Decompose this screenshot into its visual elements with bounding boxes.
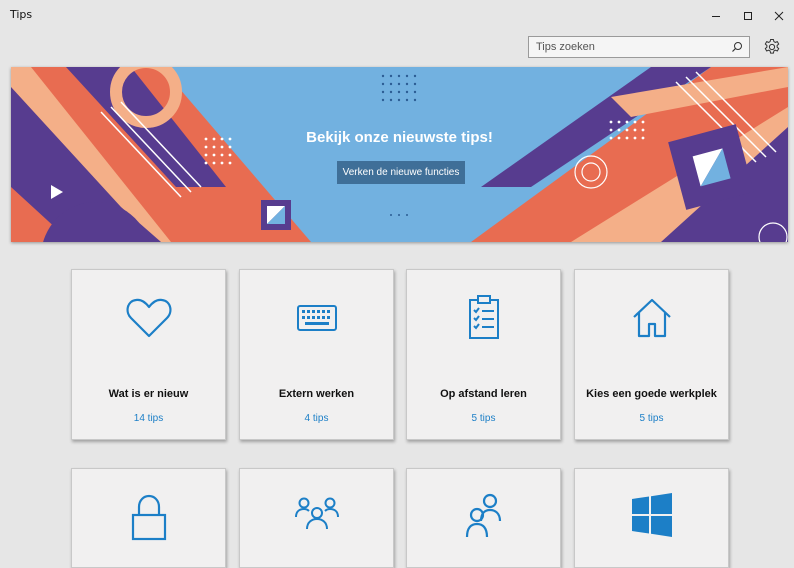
card-whats-new[interactable]: Wat is er nieuw 14 tips: [71, 269, 226, 440]
card-count: 4 tips: [304, 413, 329, 424]
heart-icon: [125, 298, 172, 338]
lock-icon: [131, 494, 166, 541]
search-input[interactable]: [529, 37, 726, 57]
card-title: Op afstand leren: [440, 387, 527, 400]
explore-new-features-button[interactable]: Verken de nieuwe functies: [337, 161, 465, 184]
search-box: [528, 36, 750, 58]
banner-illustration: [11, 67, 788, 242]
banner-title: Bekijk onze nieuwste tips!: [306, 129, 493, 146]
card-collaboration[interactable]: [406, 468, 561, 568]
minimize-button[interactable]: [699, 0, 733, 32]
maximize-button[interactable]: [731, 0, 765, 32]
people-group-icon: [294, 497, 339, 530]
card-family[interactable]: [239, 468, 394, 568]
card-title: Extern werken: [278, 387, 355, 400]
search-icon[interactable]: [731, 41, 743, 53]
gear-icon[interactable]: [762, 37, 782, 57]
card-remote-learning[interactable]: Op afstand leren 5 tips: [406, 269, 561, 440]
hero-banner: Bekijk onze nieuwste tips! Verken de nie…: [11, 67, 788, 242]
minimize-icon: [712, 16, 720, 17]
clipboard-icon: [468, 295, 499, 339]
people-icon: [465, 493, 501, 538]
card-title: Wat is er nieuw: [108, 387, 189, 400]
window-title: Tips: [10, 8, 33, 21]
home-icon: [632, 298, 671, 338]
card-title: Kies een goede werkplek: [586, 387, 717, 400]
keyboard-icon: [296, 305, 337, 331]
card-count: 14 tips: [133, 413, 164, 424]
title-bar: Tips: [0, 0, 794, 32]
windows-logo-icon: [631, 493, 672, 537]
card-count: 5 tips: [639, 413, 664, 424]
maximize-icon: [744, 12, 752, 20]
close-icon: [774, 11, 784, 21]
card-security[interactable]: [71, 468, 226, 568]
card-count: 5 tips: [471, 413, 496, 424]
card-good-workspace[interactable]: Kies een goede werkplek 5 tips: [574, 269, 729, 440]
card-windows[interactable]: [574, 468, 729, 568]
close-button[interactable]: [762, 0, 794, 32]
card-remote-work[interactable]: Extern werken 4 tips: [239, 269, 394, 440]
